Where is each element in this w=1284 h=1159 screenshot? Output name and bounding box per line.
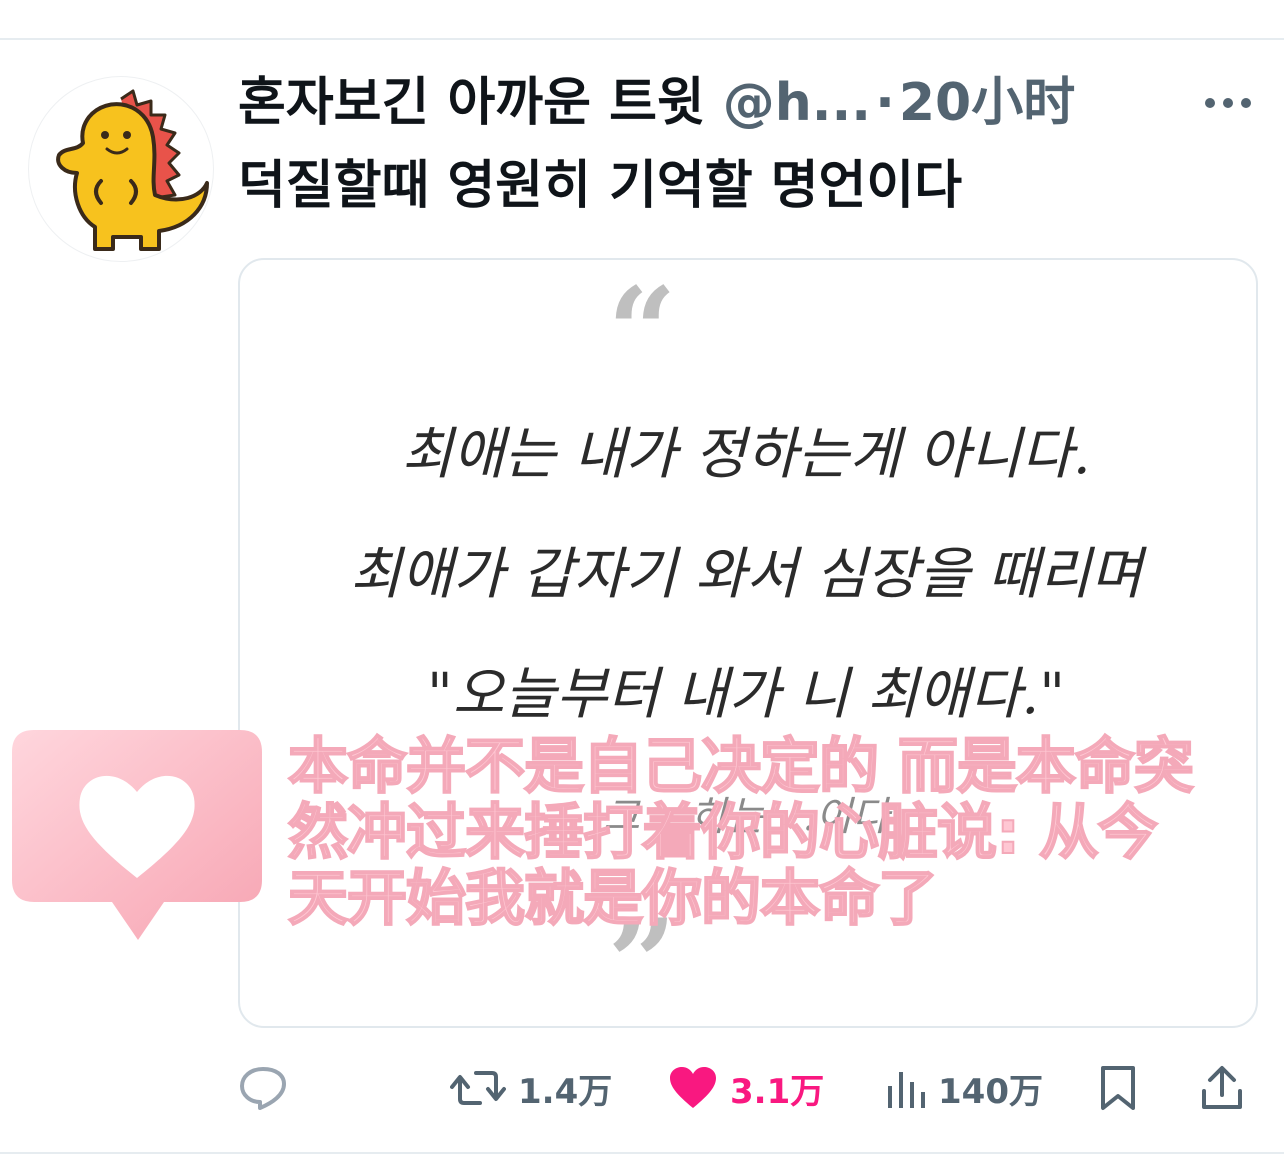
user-handle[interactable]: @h... (723, 68, 871, 138)
more-dots-icon (1205, 98, 1251, 108)
top-divider (0, 38, 1284, 40)
bookmark-icon (1101, 1066, 1135, 1110)
views-count: 140万 (938, 1071, 1043, 1112)
quote-line-2: 최애가 갑자기 와서 심장을 때리며 (349, 542, 1143, 607)
heart-speech-bubble-icon (12, 730, 262, 942)
retweet-count: 1.4万 (518, 1071, 613, 1112)
retweet-button[interactable]: 1.4万 (450, 1054, 612, 1122)
quote-line-1: 최애는 내가 정하는게 아니다. (401, 422, 1091, 487)
avatar[interactable] (28, 76, 214, 262)
retweet-icon (450, 1071, 506, 1105)
like-count: 3.1万 (730, 1071, 825, 1112)
tweet-action-bar: 1.4万 3.1万 140万 (238, 1054, 1258, 1122)
reply-button[interactable] (238, 1054, 300, 1122)
overlay-line-2: 然冲过来捶打着你的心脏说: 从今 (287, 798, 1159, 868)
display-name[interactable]: 혼자보긴 아까운 트윗 (238, 68, 705, 138)
timestamp[interactable]: 20小时 (899, 68, 1075, 138)
tweet-text: 덕질할때 영원히 기억할 명언이다 (238, 156, 963, 216)
bookmark-button[interactable] (1098, 1054, 1138, 1122)
yellow-dinosaur-avatar-icon (56, 89, 209, 251)
heart-filled-icon (670, 1067, 716, 1108)
share-button[interactable] (1200, 1054, 1244, 1122)
tweet-header: 혼자보긴 아까운 트윗 @h... · 20小时 (238, 68, 1168, 138)
views-button[interactable]: 140万 (886, 1054, 1043, 1122)
views-bar-chart-icon (888, 1072, 925, 1108)
bottom-divider (0, 1152, 1284, 1154)
open-quote-mark: “ (607, 261, 677, 402)
like-button[interactable]: 3.1万 (668, 1054, 824, 1122)
reply-icon (240, 1067, 286, 1110)
share-icon (1202, 1066, 1242, 1109)
separator-dot: · (875, 73, 895, 133)
more-options-button[interactable] (1196, 80, 1260, 126)
overlay-line-3: 天开始我就是你的本命了 (287, 864, 939, 934)
chinese-translation-overlay: 本命并不是自己决定的 而是本命突 然冲过来捶打着你的心脏说: 从今 天开始我就是… (287, 732, 1218, 934)
quote-line-3: "오늘부터 내가 니 최애다." (427, 662, 1065, 727)
overlay-line-1: 本命并不是自己决定的 而是本命突 (287, 732, 1195, 802)
